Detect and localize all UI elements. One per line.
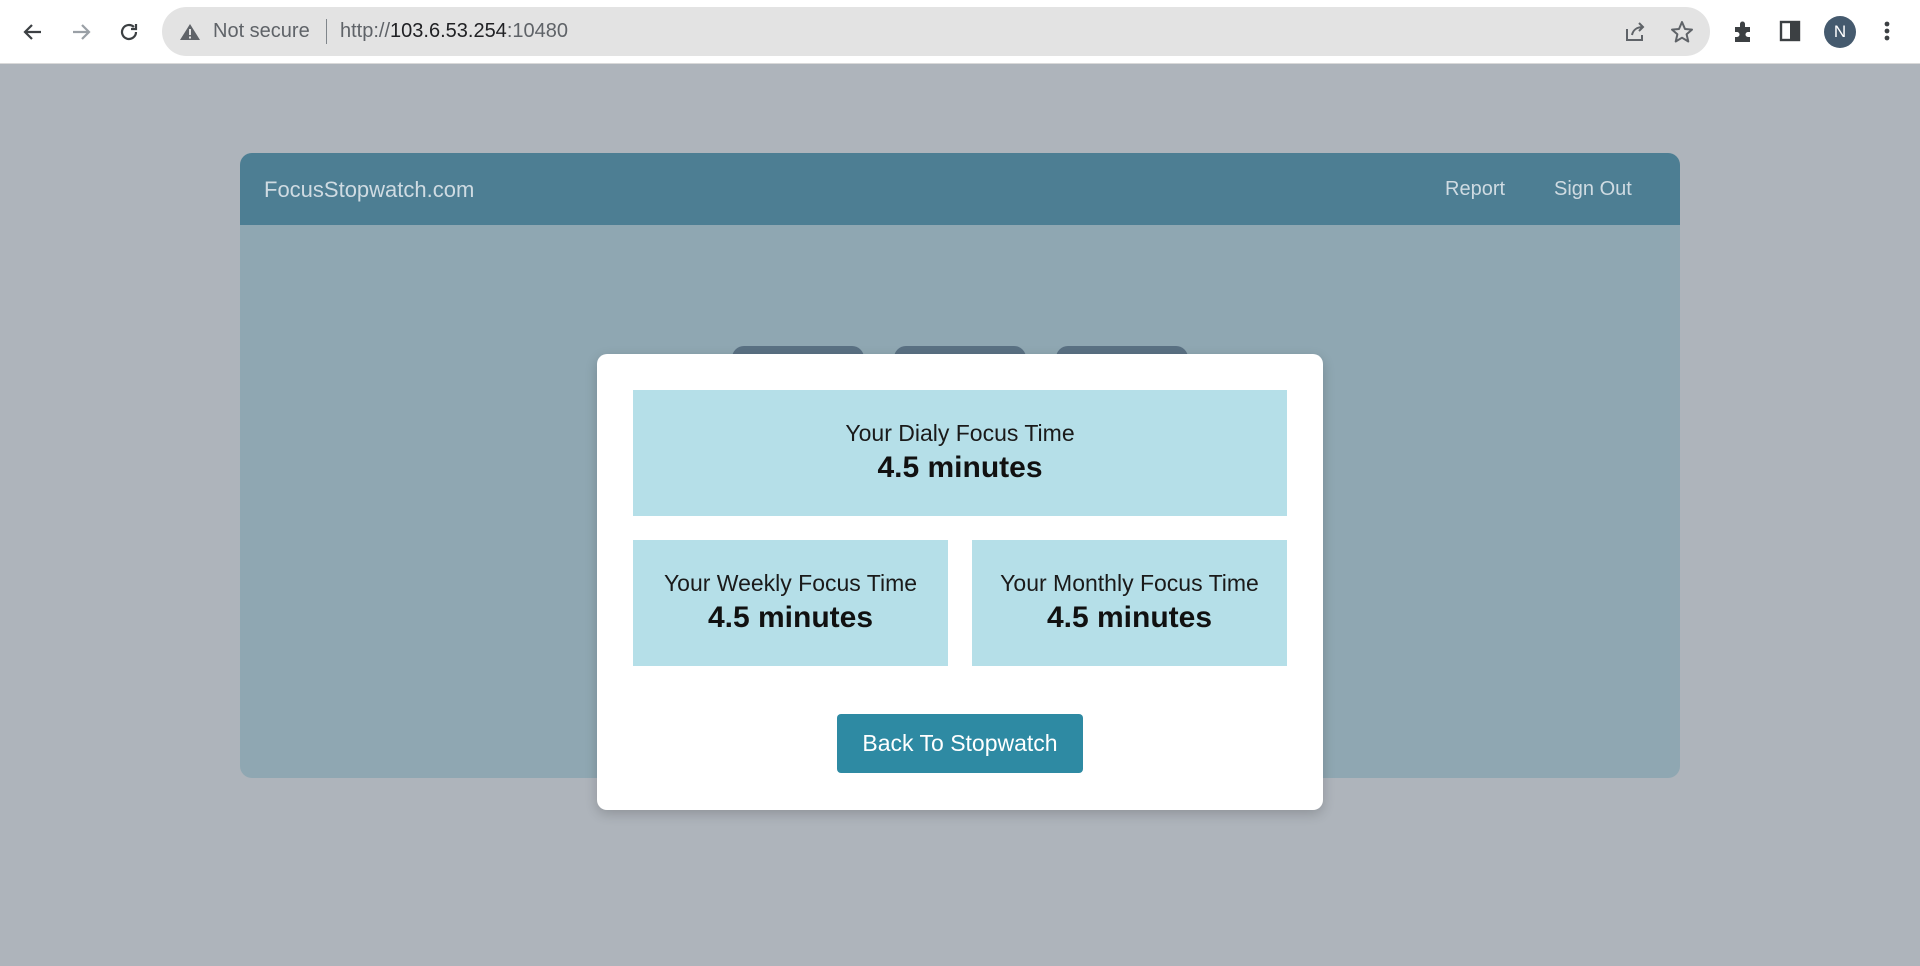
side-panel-icon[interactable] [1775, 16, 1805, 46]
modal-backdrop[interactable]: FocusStopwatch.com Report Sign Out Your … [0, 64, 1920, 966]
nav-sign-out-link[interactable]: Sign Out [1554, 178, 1632, 201]
extensions-icon[interactable] [1728, 16, 1758, 46]
daily-focus-label: Your Dialy Focus Time [845, 420, 1075, 446]
kebab-menu-icon[interactable] [1872, 16, 1902, 46]
back-to-stopwatch-button[interactable]: Back To Stopwatch [837, 714, 1083, 773]
reload-icon[interactable] [110, 13, 148, 51]
weekly-focus-card: Your Weekly Focus Time 4.5 minutes [633, 540, 948, 666]
profile-avatar[interactable]: N [1824, 16, 1856, 48]
url-scheme: http:// [340, 20, 391, 42]
url-text[interactable]: http://103.6.53.254:10480 [340, 20, 568, 43]
nav-report-link[interactable]: Report [1445, 178, 1505, 201]
daily-focus-card: Your Dialy Focus Time 4.5 minutes [633, 390, 1287, 516]
focus-report-modal: Your Dialy Focus Time 4.5 minutes Your W… [597, 354, 1323, 810]
omnibox-divider [326, 19, 327, 44]
daily-focus-value: 4.5 minutes [877, 451, 1043, 484]
url-port: :10480 [506, 20, 568, 42]
brand-logo-text[interactable]: FocusStopwatch.com [264, 177, 474, 203]
address-bar[interactable]: Not secure http://103.6.53.254:10480 [162, 7, 1710, 56]
monthly-focus-label: Your Monthly Focus Time [1000, 570, 1259, 596]
monthly-focus-value: 4.5 minutes [1046, 601, 1213, 634]
weekly-focus-label: Your Weekly Focus Time [663, 570, 918, 596]
forward-arrow-icon[interactable] [62, 13, 100, 51]
app-header: FocusStopwatch.com Report Sign Out [240, 153, 1680, 225]
star-icon[interactable] [1669, 19, 1695, 45]
weekly-focus-value: 4.5 minutes [707, 601, 874, 634]
back-arrow-icon[interactable] [14, 13, 52, 51]
share-icon[interactable] [1622, 19, 1648, 45]
url-host: 103.6.53.254 [390, 20, 507, 42]
browser-toolbar: Not secure http://103.6.53.254:10480 N [0, 0, 1920, 64]
security-label[interactable]: Not secure [213, 20, 310, 43]
monthly-focus-card: Your Monthly Focus Time 4.5 minutes [972, 540, 1287, 666]
warning-icon[interactable] [178, 20, 202, 44]
